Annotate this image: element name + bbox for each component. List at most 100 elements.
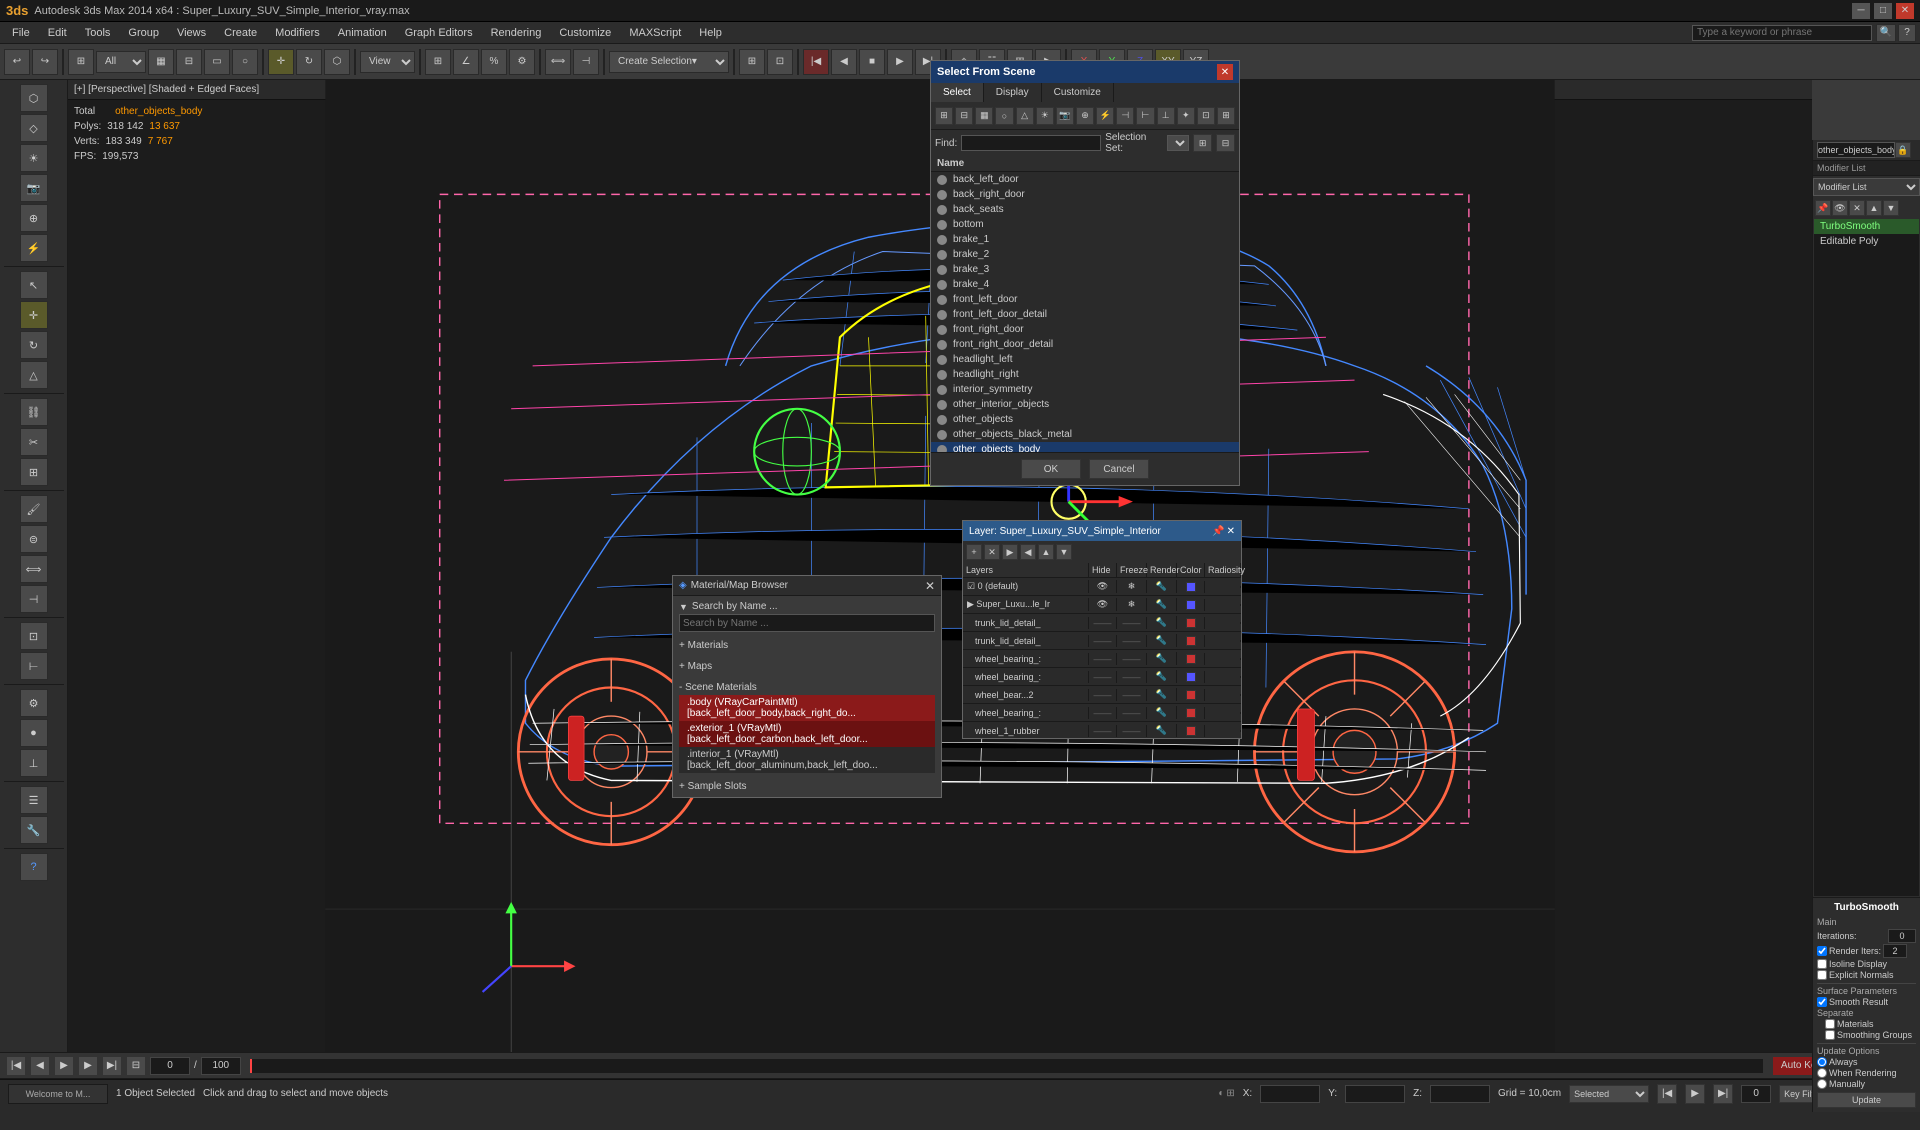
dialog-item-other-objects[interactable]: other_objects	[931, 412, 1239, 427]
layer-freeze-wh2[interactable]: ——	[1117, 671, 1147, 683]
always-radio[interactable]	[1817, 1057, 1827, 1067]
layers-add-sel-button[interactable]: ▶	[1002, 544, 1018, 560]
current-frame-input[interactable]	[150, 1057, 190, 1075]
mat-item-exterior[interactable]: .exterior_1 (VRayMtl) [back_left_door_ca…	[679, 721, 935, 747]
stack-pin-button[interactable]: 📌	[1815, 200, 1831, 216]
go-to-end-button[interactable]: ▶|	[102, 1056, 122, 1076]
layer-hide-super[interactable]: 👁	[1089, 598, 1117, 611]
dlg-tb-btn-15[interactable]: ⊞	[1217, 107, 1235, 125]
search-button[interactable]: 🔍	[1876, 24, 1896, 42]
schematic-view-button[interactable]: ⊡	[767, 49, 793, 75]
layers-move-up-button[interactable]: ▲	[1038, 544, 1054, 560]
smooth-result-checkbox[interactable]	[1817, 997, 1827, 1007]
play-back-button[interactable]: ◀	[831, 49, 857, 75]
layer-radiosity-wh2[interactable]	[1205, 676, 1241, 678]
layer-color-wh1[interactable]	[1177, 653, 1205, 665]
layer-row-trunk-1[interactable]: trunk_lid_detail_ —— —— 🔦	[963, 614, 1241, 632]
angle-snap-button[interactable]: ∠	[453, 49, 479, 75]
layer-render-wr[interactable]: 🔦	[1147, 724, 1177, 737]
layer-freeze-wh3[interactable]: ——	[1117, 689, 1147, 701]
menu-maxscript[interactable]: MAXScript	[621, 25, 689, 41]
dlg-tb-btn-14[interactable]: ⊡	[1197, 107, 1215, 125]
z-coord-input[interactable]	[1430, 1085, 1490, 1103]
manually-radio[interactable]	[1817, 1079, 1827, 1089]
menu-edit[interactable]: Edit	[40, 25, 75, 41]
menu-modifiers[interactable]: Modifiers	[267, 25, 328, 41]
layer-hide-wr[interactable]: ——	[1089, 725, 1117, 737]
dialog-item-headlight-right[interactable]: headlight_right	[931, 367, 1239, 382]
dlg-tb-btn-4[interactable]: ○	[995, 107, 1013, 125]
lt-create-geometry[interactable]: ⬡	[20, 84, 48, 112]
dialog-item-brake-1[interactable]: brake_1	[931, 232, 1239, 247]
lt-paint[interactable]: 🖌	[20, 495, 48, 523]
layer-hide-wh1[interactable]: ——	[1089, 653, 1117, 665]
dialog-tab-select[interactable]: Select	[931, 83, 984, 102]
dialog-item-brake-3[interactable]: brake_3	[931, 262, 1239, 277]
select-filter-dropdown[interactable]: All	[96, 51, 146, 73]
rotate-button[interactable]: ↻	[296, 49, 322, 75]
lt-select[interactable]: ↖	[20, 271, 48, 299]
mat-search-input[interactable]	[679, 614, 935, 632]
auto-key-status-dropdown[interactable]: Selected	[1569, 1085, 1649, 1103]
mat-item-body[interactable]: .body (VRayCarPaintMtl) [back_left_door_…	[679, 695, 935, 721]
layer-color-wh3[interactable]	[1177, 689, 1205, 701]
layers-move-down-button[interactable]: ▼	[1056, 544, 1072, 560]
layer-hide-wh3[interactable]: ——	[1089, 689, 1117, 701]
dlg-tb-btn-11[interactable]: ⊢	[1136, 107, 1154, 125]
layer-color-wr[interactable]	[1177, 725, 1205, 737]
layer-color-trunk-2[interactable]	[1177, 635, 1205, 647]
lt-hierarchy[interactable]: ⊥	[20, 749, 48, 777]
layer-render-trunk-1[interactable]: 🔦	[1147, 616, 1177, 629]
select-by-name-button[interactable]: ⊟	[176, 49, 202, 75]
status-play[interactable]: ▶	[1685, 1084, 1705, 1104]
layer-render-default[interactable]: 🔦	[1147, 580, 1177, 593]
layer-freeze-wh4[interactable]: ——	[1117, 707, 1147, 719]
dialog-item-front-left-door-detail[interactable]: front_left_door_detail	[931, 307, 1239, 322]
dlg-tb-btn-8[interactable]: ⊕	[1076, 107, 1094, 125]
snap-toggle-button[interactable]: ⊞	[425, 49, 451, 75]
lt-mirror[interactable]: ⟺	[20, 555, 48, 583]
layer-hide-trunk-2[interactable]: ——	[1089, 635, 1117, 647]
lt-weld[interactable]: ⊜	[20, 525, 48, 553]
dialog-item-interior-symmetry[interactable]: interior_symmetry	[931, 382, 1239, 397]
menu-tools[interactable]: Tools	[77, 25, 119, 41]
percent-snap-button[interactable]: %	[481, 49, 507, 75]
dialog-item-brake-4[interactable]: brake_4	[931, 277, 1239, 292]
dialog-close-button[interactable]: ✕	[1217, 64, 1233, 80]
layer-radiosity-super[interactable]	[1205, 604, 1241, 606]
materials-checkbox[interactable]	[1825, 1019, 1835, 1029]
dialog-item-other-interior[interactable]: other_interior_objects	[931, 397, 1239, 412]
y-coord-input[interactable]	[1345, 1085, 1405, 1103]
layer-radiosity-default[interactable]	[1205, 586, 1241, 588]
stop-button[interactable]: ■	[859, 49, 885, 75]
layer-radiosity-trunk-1[interactable]	[1205, 622, 1241, 624]
total-frames-input[interactable]	[201, 1057, 241, 1075]
modifier-list-dropdown[interactable]: Modifier List	[1813, 178, 1920, 196]
layer-color-trunk-1[interactable]	[1177, 617, 1205, 629]
status-frame-input[interactable]	[1741, 1085, 1771, 1103]
mat-maps-header[interactable]: + Maps	[679, 659, 935, 674]
dialog-item-front-right-door-detail[interactable]: front_right_door_detail	[931, 337, 1239, 352]
lt-unlink[interactable]: ✂	[20, 428, 48, 456]
lt-link[interactable]: ⛓	[20, 398, 48, 426]
layer-freeze-default[interactable]: ❄	[1117, 580, 1147, 593]
layer-freeze-trunk-1[interactable]: ——	[1117, 617, 1147, 629]
help-icon-button[interactable]: ?	[1898, 24, 1916, 42]
layer-radiosity-wr[interactable]	[1205, 730, 1241, 732]
layer-color-wh4[interactable]	[1177, 707, 1205, 719]
layer-row-wheel-bear-3[interactable]: wheel_bear...2 —— —— 🔦	[963, 686, 1241, 704]
stack-move-down-button[interactable]: ▼	[1883, 200, 1899, 216]
layer-freeze-wh1[interactable]: ——	[1117, 653, 1147, 665]
lt-helpers[interactable]: ⊕	[20, 204, 48, 232]
play-button[interactable]: ▶	[887, 49, 913, 75]
undo-button[interactable]: ↩	[4, 49, 30, 75]
lt-utilities[interactable]: 🔧	[20, 816, 48, 844]
dlg-tb-btn-7[interactable]: 📷	[1056, 107, 1074, 125]
layer-row-super[interactable]: ▶ Super_Luxu...le_Ir 👁 ❄ 🔦	[963, 596, 1241, 614]
search-input[interactable]	[1692, 25, 1872, 41]
dialog-tab-display[interactable]: Display	[984, 83, 1042, 102]
x-coord-input[interactable]	[1260, 1085, 1320, 1103]
timeline-track[interactable]	[249, 1058, 1764, 1074]
layer-color-default[interactable]	[1177, 581, 1205, 593]
lt-cameras[interactable]: 📷	[20, 174, 48, 202]
